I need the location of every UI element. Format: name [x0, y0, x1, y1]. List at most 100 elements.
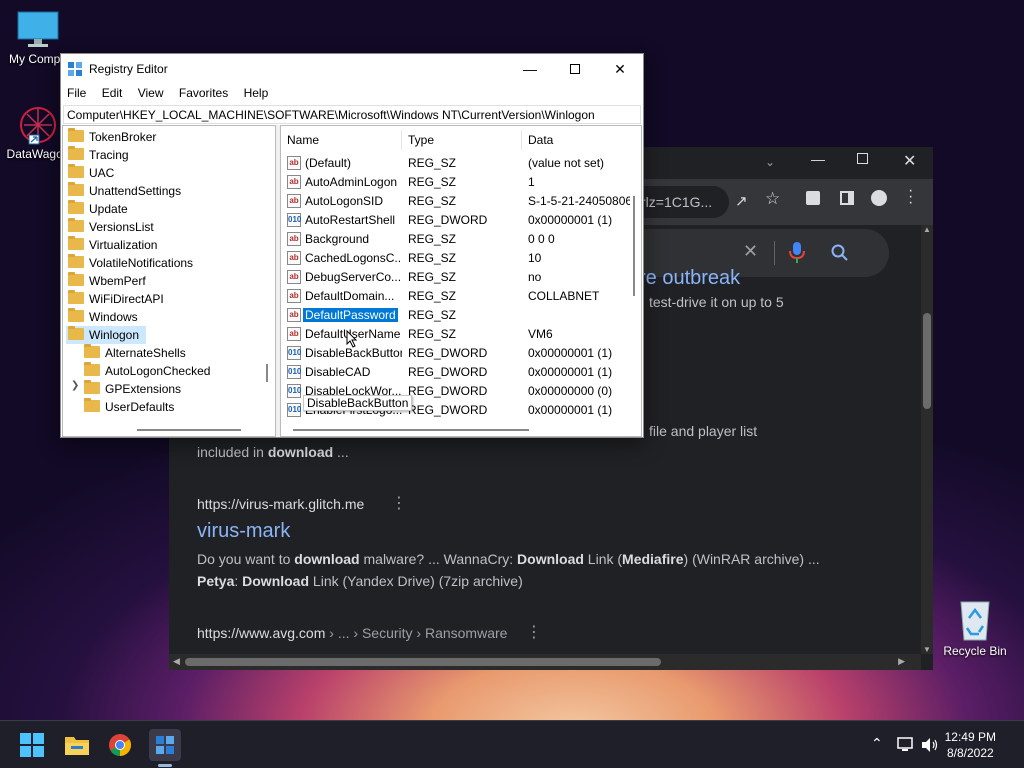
profile-icon[interactable] [871, 190, 887, 206]
table-row-selected[interactable]: ab DefaultPassword REG_SZ [281, 306, 631, 325]
recycle-bin-icon [960, 601, 990, 641]
folder-icon [68, 200, 84, 214]
tree-item[interactable]: WiFiDirectAPI [68, 290, 164, 308]
minimize-icon[interactable]: — [811, 151, 825, 167]
table-row[interactable]: ab (Default) REG_SZ (value not set) [281, 154, 631, 173]
menu-bar: File Edit View Favorites Help [61, 84, 643, 104]
table-row[interactable]: ab DebugServerCo... REG_SZ no [281, 268, 631, 287]
table-row[interactable]: ab DefaultDomain... REG_SZ COLLABNET [281, 287, 631, 306]
menu-icon[interactable]: · · · [908, 183, 913, 211]
address-fragment: rlz=1C1G... [641, 194, 713, 210]
menu-view[interactable]: View [132, 84, 170, 102]
tree-item[interactable]: Virtualization [68, 236, 157, 254]
side-panel-icon[interactable] [840, 191, 854, 205]
maximize-button[interactable] [552, 54, 598, 84]
scrollbar-thumb[interactable] [185, 658, 661, 666]
scroll-down-arrow-icon[interactable]: ▼ [923, 645, 931, 654]
maximize-icon[interactable] [857, 153, 868, 164]
tree-item[interactable]: VersionsList [68, 218, 154, 236]
value-name: DisableBackButton [305, 346, 402, 360]
value-type: REG_SZ [408, 270, 457, 284]
tree-item[interactable]: GPExtensions [84, 380, 181, 398]
list-vertical-scroll-thumb[interactable] [633, 196, 635, 296]
system-clock[interactable]: 12:49 PM 8/8/2022 [945, 729, 996, 761]
chevron-up-icon[interactable]: ⌃ [871, 735, 883, 752]
result-url[interactable]: https://www.avg.com › ... › Security › R… [197, 625, 507, 641]
desktop-icon-recycle-bin[interactable]: Recycle Bin [937, 596, 1013, 658]
close-icon[interactable]: ✕ [903, 151, 916, 171]
menu-file[interactable]: File [61, 84, 92, 102]
tree-item[interactable]: AutoLogonChecked [84, 362, 210, 380]
table-row[interactable]: 010 AutoRestartShell REG_DWORD 0x00000001 (… [281, 211, 631, 230]
scroll-right-arrow-icon[interactable]: ▶ [898, 656, 905, 667]
table-row[interactable]: 010 DisableBackButton REG_DWORD 0x00000001 … [281, 344, 631, 363]
result-title-link[interactable]: virus-mark [197, 520, 290, 543]
value-name: AutoLogonSID [305, 194, 384, 208]
network-icon[interactable] [897, 737, 915, 753]
table-row[interactable]: ab AutoLogonSID REG_SZ S-1-5-21-24050806 [281, 192, 631, 211]
microphone-icon[interactable] [789, 242, 805, 264]
registry-editor-window[interactable]: Registry Editor — ✕ File Edit View Favor… [60, 53, 644, 438]
values-list[interactable]: Name Type Data ab (Default) REG_SZ (value n… [280, 125, 642, 437]
result-url[interactable]: https://virus-mark.glitch.me [197, 496, 364, 512]
tree-item[interactable]: VolatileNotifications [68, 254, 193, 272]
windows-logo-icon [20, 733, 44, 757]
column-header-type[interactable]: Type [402, 130, 522, 150]
tree-item[interactable]: UnattendSettings [68, 182, 181, 200]
tree-item-selected[interactable]: Winlogon [66, 326, 146, 344]
minimize-button[interactable]: — [507, 54, 553, 84]
close-button[interactable]: ✕ [597, 54, 643, 84]
tree-item[interactable]: TokenBroker [68, 128, 156, 146]
tree-item[interactable]: WbemPerf [68, 272, 146, 290]
table-row[interactable]: ab DefaultUserName REG_SZ VM6 [281, 325, 631, 344]
key-tree[interactable]: TokenBroker Tracing UAC UnattendSettings… [62, 125, 276, 437]
share-icon[interactable]: ↗ [735, 192, 748, 210]
table-row[interactable]: ab CachedLogonsC... REG_SZ 10 [281, 249, 631, 268]
column-header-data[interactable]: Data [522, 130, 631, 150]
string-value-icon: ab [287, 289, 301, 303]
scrollbar-thumb[interactable] [923, 313, 931, 409]
scroll-left-arrow-icon[interactable]: ◀ [173, 656, 180, 667]
value-data: VM6 [528, 327, 553, 341]
menu-help[interactable]: Help [238, 84, 275, 102]
value-name: DisableCAD [305, 365, 371, 379]
value-data: (value not set) [528, 156, 605, 170]
tree-vertical-scroll-thumb[interactable] [266, 364, 268, 382]
string-value-icon: ab [287, 327, 301, 341]
column-header-name[interactable]: Name [281, 130, 402, 150]
result-more-icon[interactable]: ⋮ [391, 493, 407, 513]
bookmark-star-icon[interactable]: ☆ [765, 189, 780, 209]
table-row[interactable]: ab Background REG_SZ 0 0 0 [281, 230, 631, 249]
table-row[interactable]: 010 DisableCAD REG_DWORD 0x00000001 (1) [281, 363, 631, 382]
volume-icon[interactable] [921, 737, 939, 753]
chevron-down-icon[interactable]: ⌄ [765, 155, 775, 169]
list-horizontal-scroll-thumb[interactable] [293, 429, 529, 431]
address-bar[interactable]: Computer\HKEY_LOCAL_MACHINE\SOFTWARE\Mic… [63, 105, 641, 124]
scroll-up-arrow-icon[interactable]: ▲ [923, 225, 931, 234]
expand-chevron-icon[interactable]: ❯ [71, 380, 79, 391]
result-snippet: included in download ... [197, 444, 349, 460]
regedit-titlebar[interactable]: Registry Editor — ✕ [61, 54, 643, 84]
tree-item[interactable]: UAC [68, 164, 114, 182]
start-button[interactable] [16, 729, 48, 761]
tree-item[interactable]: Tracing [68, 146, 129, 164]
tree-item[interactable]: UserDefaults [84, 398, 174, 416]
menu-edit[interactable]: Edit [96, 84, 129, 102]
table-row[interactable]: ab AutoAdminLogon REG_SZ 1 [281, 173, 631, 192]
clear-search-icon[interactable]: ✕ [743, 241, 758, 262]
tree-item[interactable]: Windows [68, 308, 138, 326]
tree-item[interactable]: Update [68, 200, 128, 218]
result-heading-partial[interactable]: re outbreak [639, 267, 740, 290]
result-more-icon[interactable]: ⋮ [526, 622, 542, 642]
search-icon[interactable] [831, 244, 849, 262]
extensions-icon[interactable] [806, 191, 820, 205]
chrome-taskbar-button[interactable] [104, 729, 136, 761]
value-data: 0x00000001 (1) [528, 403, 613, 417]
tree-horizontal-scroll-thumb[interactable] [137, 429, 241, 431]
file-explorer-button[interactable] [61, 729, 93, 761]
tree-item[interactable]: AlternateShells [84, 344, 186, 362]
menu-favorites[interactable]: Favorites [173, 84, 234, 102]
vertical-scrollbar[interactable]: ▲ ▼ [921, 225, 933, 654]
regedit-taskbar-button[interactable] [149, 729, 181, 761]
horizontal-scrollbar[interactable]: ◀ ▶ [169, 654, 921, 670]
